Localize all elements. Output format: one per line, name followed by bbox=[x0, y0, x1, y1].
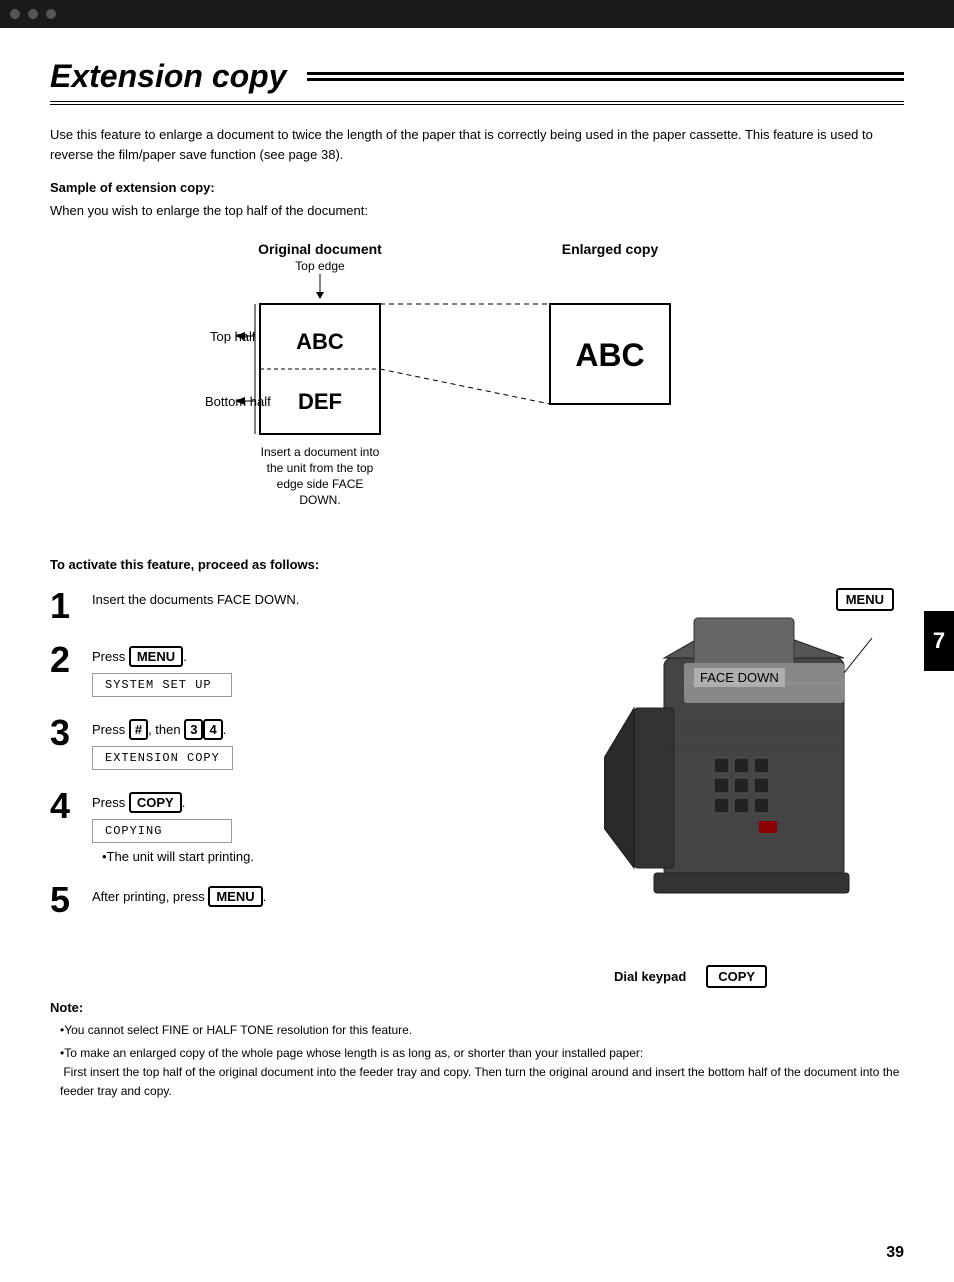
svg-text:Enlarged copy: Enlarged copy bbox=[562, 241, 659, 257]
sample-subtext: When you wish to enlarge the top half of… bbox=[50, 203, 904, 218]
dial-keypad-label: Dial keypad bbox=[614, 969, 686, 984]
steps-area: 1 Insert the documents FACE DOWN. 2 Pres… bbox=[50, 588, 904, 988]
step-4-display: COPYING bbox=[92, 819, 232, 843]
step-2-display: SYSTEM SET UP bbox=[92, 673, 232, 697]
step-2: 2 Press MENU. SYSTEM SET UP bbox=[50, 642, 574, 697]
svg-text:Original document: Original document bbox=[258, 241, 382, 257]
page-title: Extension copy bbox=[50, 58, 904, 105]
key-4: 4 bbox=[203, 719, 222, 740]
step-1: 1 Insert the documents FACE DOWN. bbox=[50, 588, 574, 624]
step-2-text: Press MENU. bbox=[92, 646, 574, 667]
steps-header: To activate this feature, proceed as fol… bbox=[50, 557, 904, 572]
step-2-content: Press MENU. SYSTEM SET UP bbox=[92, 642, 574, 697]
step-3-display: EXTENSION COPY bbox=[92, 746, 233, 770]
step-2-number: 2 bbox=[50, 642, 80, 678]
svg-text:ABC: ABC bbox=[296, 329, 344, 354]
step-5-number: 5 bbox=[50, 882, 80, 918]
svg-text:ABC: ABC bbox=[575, 337, 644, 373]
note-section: Note: •You cannot select FINE or HALF TO… bbox=[50, 998, 904, 1102]
step-4-number: 4 bbox=[50, 788, 80, 824]
page-number: 39 bbox=[886, 1244, 904, 1262]
hash-key: # bbox=[129, 719, 148, 740]
key-3: 3 bbox=[184, 719, 203, 740]
note-bullet-1: •You cannot select FINE or HALF TONE res… bbox=[50, 1021, 904, 1040]
top-bar bbox=[0, 0, 954, 28]
printer-area: MENU bbox=[604, 588, 904, 988]
svg-text:the unit from the top: the unit from the top bbox=[267, 461, 374, 475]
diagram-section: Original document Top edge ABC DEF Top h bbox=[50, 234, 904, 537]
step-4-bullet: •The unit will start printing. bbox=[92, 849, 574, 864]
svg-text:DEF: DEF bbox=[298, 389, 342, 414]
step-3: 3 Press #, then 34. EXTENSION COPY bbox=[50, 715, 574, 770]
step-5: 5 After printing, press MENU. bbox=[50, 882, 574, 918]
step-5-content: After printing, press MENU. bbox=[92, 882, 574, 913]
step-1-text: Insert the documents FACE DOWN. bbox=[92, 592, 574, 607]
chapter-number: 7 bbox=[933, 628, 945, 654]
svg-text:Insert a document into: Insert a document into bbox=[261, 445, 380, 459]
diagram-svg: Original document Top edge ABC DEF Top h bbox=[50, 234, 750, 534]
step-4: 4 Press COPY. COPYING •The unit will sta… bbox=[50, 788, 574, 864]
steps-list: 1 Insert the documents FACE DOWN. 2 Pres… bbox=[50, 588, 574, 988]
svg-text:DOWN.: DOWN. bbox=[299, 493, 340, 507]
note-bullet-2: •To make an enlarged copy of the whole p… bbox=[50, 1044, 904, 1102]
note-header: Note: bbox=[50, 998, 904, 1019]
sample-header: Sample of extension copy: bbox=[50, 180, 904, 195]
svg-text:edge side FACE: edge side FACE bbox=[277, 477, 364, 491]
title-decoration bbox=[307, 72, 905, 81]
menu-key-2: MENU bbox=[208, 886, 262, 907]
face-down-label: FACE DOWN bbox=[694, 668, 785, 687]
step-1-content: Insert the documents FACE DOWN. bbox=[92, 588, 574, 613]
title-text: Extension copy bbox=[50, 58, 287, 95]
bottom-printer-labels: Dial keypad COPY bbox=[614, 965, 767, 988]
svg-text:Top half: Top half bbox=[210, 329, 256, 344]
chapter-tab: 7 bbox=[924, 611, 954, 671]
top-bar-decoration bbox=[10, 9, 56, 19]
copy-key: COPY bbox=[129, 792, 182, 813]
step-3-number: 3 bbox=[50, 715, 80, 751]
step-5-text: After printing, press MENU. bbox=[92, 886, 574, 907]
step-3-text: Press #, then 34. bbox=[92, 719, 574, 740]
intro-paragraph: Use this feature to enlarge a document t… bbox=[50, 125, 904, 164]
step-4-content: Press COPY. COPYING •The unit will start… bbox=[92, 788, 574, 864]
menu-key: MENU bbox=[129, 646, 183, 667]
printer-illustration bbox=[604, 608, 884, 948]
step-1-number: 1 bbox=[50, 588, 80, 624]
step-3-content: Press #, then 34. EXTENSION COPY bbox=[92, 715, 574, 770]
step-4-text: Press COPY. bbox=[92, 792, 574, 813]
copy-button-label: COPY bbox=[706, 965, 767, 988]
svg-text:Top edge: Top edge bbox=[295, 259, 345, 273]
svg-text:Bottom half: Bottom half bbox=[205, 394, 271, 409]
